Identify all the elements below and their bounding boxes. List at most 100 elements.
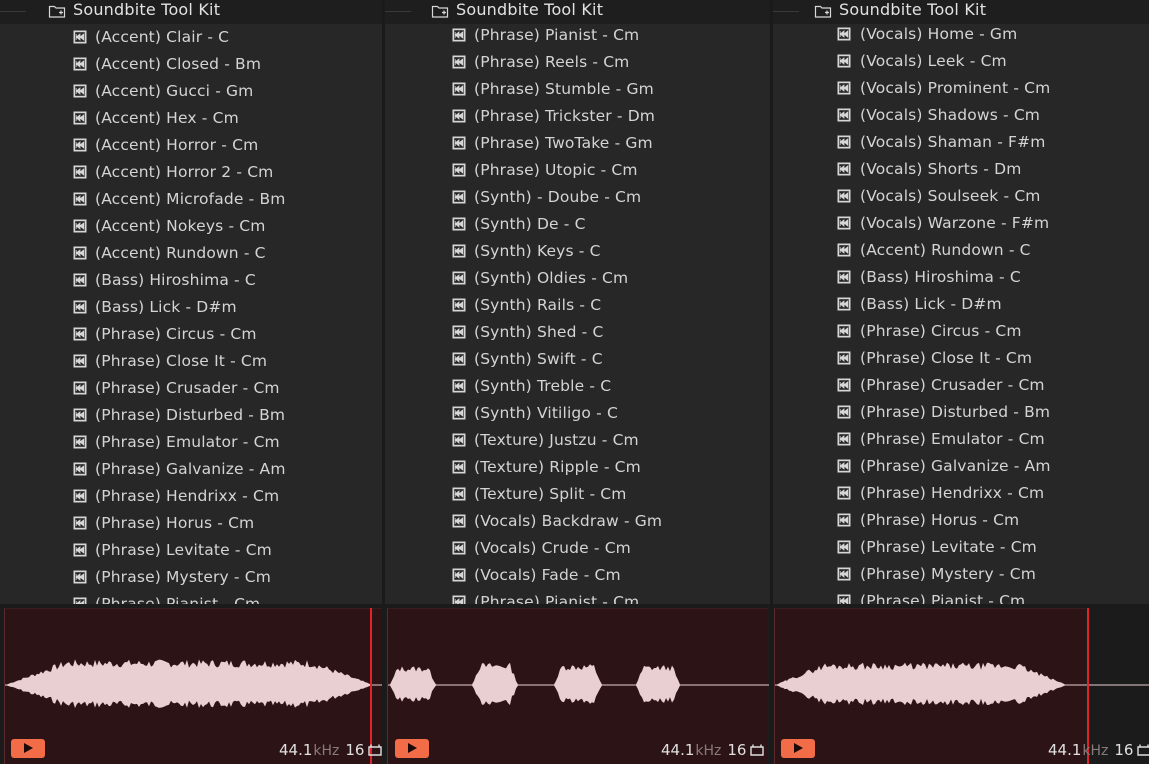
clip-item[interactable]: (Phrase) Reels - Cm [385,49,770,76]
clip-item[interactable]: (Synth) Oldies - Cm [385,265,770,292]
audio-clip-icon [73,516,87,530]
clip-item[interactable]: (Synth) Shed - C [385,319,770,346]
clip-item[interactable]: (Phrase) Galvanize - Am [0,456,382,483]
clip-item[interactable]: (Synth) Rails - C [385,292,770,319]
clip-item[interactable]: (Phrase) Horus - Cm [773,507,1149,534]
clip-item[interactable]: (Phrase) Horus - Cm [0,510,382,537]
waveform-display[interactable] [774,608,1149,764]
clip-item[interactable]: (Phrase) Levitate - Cm [0,537,382,564]
clip-item[interactable]: (Accent) Horror 2 - Cm [0,159,382,186]
clip-item[interactable]: (Accent) Nokeys - Cm [0,213,382,240]
clip-item[interactable]: (Phrase) Emulator - Cm [0,429,382,456]
audio-clip-icon [452,28,466,42]
loop-icon[interactable] [367,743,382,757]
clip-item[interactable]: (Vocals) Crude - Cm [385,535,770,562]
clip-item[interactable]: (Vocals) Leek - Cm [773,48,1149,75]
play-button[interactable] [781,739,815,758]
clip-item[interactable]: (Phrase) Mystery - Cm [0,564,382,591]
clip-item[interactable]: (Phrase) Crusader - Cm [773,372,1149,399]
clip-label: (Phrase) Hendrixx - Cm [95,487,280,505]
clip-item[interactable]: (Phrase) Disturbed - Bm [0,402,382,429]
clip-item[interactable]: (Synth) Treble - C [385,373,770,400]
play-button[interactable] [395,739,429,758]
clip-item[interactable]: (Accent) Closed - Bm [0,51,382,78]
clip-item[interactable]: (Vocals) Shaman - F#m [773,129,1149,156]
clip-item[interactable]: (Bass) Lick - D#m [773,291,1149,318]
clip-item[interactable]: (Vocals) Soulseek - Cm [773,183,1149,210]
audio-clip-icon [452,190,466,204]
audio-clip-icon [837,297,851,311]
clip-item[interactable]: (Vocals) Fade - Cm [385,562,770,589]
clip-item[interactable]: (Phrase) Pianist - Cm [0,591,382,604]
clip-item[interactable]: (Vocals) Home - Gm [773,21,1149,48]
audio-clip-icon [452,271,466,285]
loop-icon[interactable] [1136,743,1149,757]
clip-item[interactable]: (Phrase) Hendrixx - Cm [773,480,1149,507]
audio-clip-icon [452,82,466,96]
clip-label: (Texture) Justzu - Cm [474,431,639,449]
clip-preview: 44.1 kHz 16 [0,604,382,764]
audio-clip-icon [73,327,87,341]
clip-item[interactable]: (Accent) Hex - Cm [0,105,382,132]
clip-item[interactable]: (Texture) Split - Cm [385,481,770,508]
clip-item[interactable]: (Bass) Lick - D#m [0,294,382,321]
clip-item[interactable]: (Synth) Keys - C [385,238,770,265]
clip-item[interactable]: (Vocals) Shadows - Cm [773,102,1149,129]
clip-item[interactable]: (Phrase) Pianist - Cm [385,589,770,604]
clip-item[interactable]: (Phrase) Hendrixx - Cm [0,483,382,510]
audio-clip-icon [73,300,87,314]
clip-item[interactable]: (Phrase) Crusader - Cm [0,375,382,402]
clip-item[interactable]: (Phrase) Pianist - Cm [773,588,1149,604]
clip-item[interactable]: (Phrase) Mystery - Cm [773,561,1149,588]
clip-item[interactable]: (Synth) Vitiligo - C [385,400,770,427]
clip-label: (Synth) Swift - C [474,350,603,368]
clip-label: (Phrase) TwoTake - Gm [474,134,653,152]
clip-item[interactable]: (Vocals) Warzone - F#m [773,210,1149,237]
clip-item[interactable]: (Phrase) Close It - Cm [773,345,1149,372]
clip-item[interactable]: (Accent) Rundown - C [0,240,382,267]
clip-item[interactable]: (Phrase) Circus - Cm [0,321,382,348]
audio-clip-icon [73,354,87,368]
clip-item[interactable]: (Vocals) Backdraw - Gm [385,508,770,535]
clip-item[interactable]: (Phrase) Pianist - Cm [385,22,770,49]
bit-depth: 16 [727,741,747,759]
audio-clip-icon [452,163,466,177]
clip-item[interactable]: (Phrase) Trickster - Dm [385,103,770,130]
clip-item[interactable]: (Synth) - Doube - Cm [385,184,770,211]
audio-clip-icon [837,108,851,122]
audio-clip-icon [452,487,466,501]
file-browser[interactable]: Soundbite Tool Kit (Vocals) Home - Gm (Vo… [773,0,1149,604]
clip-item[interactable]: (Texture) Justzu - Cm [385,427,770,454]
clip-item[interactable]: (Accent) Clair - C [0,24,382,51]
play-button[interactable] [11,739,45,758]
clip-item[interactable]: (Accent) Microfade - Bm [0,186,382,213]
loop-icon[interactable] [749,743,765,757]
clip-item[interactable]: (Accent) Gucci - Gm [0,78,382,105]
clip-item[interactable]: (Phrase) Disturbed - Bm [773,399,1149,426]
clip-item[interactable]: (Bass) Hiroshima - C [773,264,1149,291]
clip-item[interactable]: (Vocals) Prominent - Cm [773,75,1149,102]
clip-label: (Synth) - Doube - Cm [474,188,642,206]
file-browser[interactable]: Soundbite Tool Kit (Phrase) Pianist - Cm… [385,0,770,604]
file-browser[interactable]: Soundbite Tool Kit (Accent) Clair - C (Ac… [0,0,382,604]
clip-item[interactable]: (Phrase) Circus - Cm [773,318,1149,345]
clip-item[interactable]: (Phrase) Stumble - Gm [385,76,770,103]
clip-item[interactable]: (Vocals) Shorts - Dm [773,156,1149,183]
clip-item[interactable]: (Phrase) Galvanize - Am [773,453,1149,480]
clip-item[interactable]: (Phrase) Utopic - Cm [385,157,770,184]
clip-item[interactable]: (Phrase) TwoTake - Gm [385,130,770,157]
clip-label: (Phrase) Hendrixx - Cm [860,484,1045,502]
clip-item[interactable]: (Accent) Horror - Cm [0,132,382,159]
audio-clip-icon [837,216,851,230]
clip-item[interactable]: (Texture) Ripple - Cm [385,454,770,481]
clip-item[interactable]: (Phrase) Levitate - Cm [773,534,1149,561]
clip-item[interactable]: (Synth) De - C [385,211,770,238]
clip-item[interactable]: (Phrase) Emulator - Cm [773,426,1149,453]
folder-header[interactable]: Soundbite Tool Kit [385,0,770,24]
folder-header[interactable]: Soundbite Tool Kit [0,0,382,24]
clip-preview: 44.1 kHz 16 [773,604,1149,764]
clip-item[interactable]: (Synth) Swift - C [385,346,770,373]
clip-item[interactable]: (Bass) Hiroshima - C [0,267,382,294]
clip-item[interactable]: (Accent) Rundown - C [773,237,1149,264]
clip-item[interactable]: (Phrase) Close It - Cm [0,348,382,375]
